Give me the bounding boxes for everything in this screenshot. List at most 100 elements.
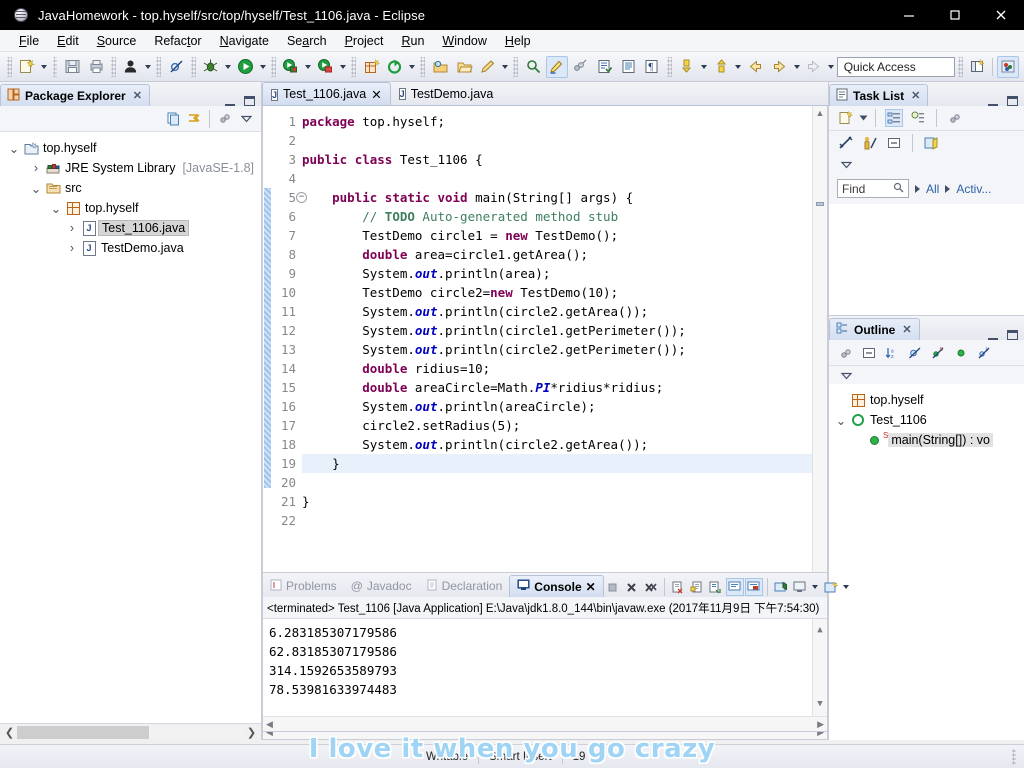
console-output[interactable]: 6.283185307179586 62.83185307179586 314.… [263, 618, 827, 716]
console-hscrollbar[interactable]: ◀ ▶ [263, 716, 827, 731]
previous-annotation-dropdown-icon[interactable] [733, 57, 744, 77]
code-line[interactable]: package top.hyself; [302, 112, 812, 131]
tree-item-src[interactable]: ⌄ src [0, 178, 261, 198]
back-icon[interactable] [745, 56, 767, 78]
code-line[interactable]: double ridius=10; [302, 359, 812, 378]
run-coverage-dropdown-icon[interactable] [337, 57, 348, 77]
toolbar-grip-3[interactable] [110, 56, 116, 77]
maximize-button[interactable] [932, 0, 978, 30]
code-line[interactable] [302, 169, 812, 188]
outline-tree[interactable]: top.hyself ⌄ Test_1106 S main(String[]) … [829, 384, 1024, 740]
menu-source[interactable]: Source [88, 32, 146, 50]
outline-item-method-main[interactable]: S main(String[]) : vo [829, 430, 1024, 450]
link-with-editor-icon[interactable] [164, 110, 182, 128]
menu-search[interactable]: Search [278, 32, 336, 50]
quick-access-input[interactable]: Quick Access [836, 56, 955, 77]
code-line[interactable]: public class Test_1106 { [302, 150, 812, 169]
menu-run[interactable]: Run [392, 32, 433, 50]
next-edit-dropdown-icon[interactable] [826, 57, 837, 77]
code-line[interactable]: } [302, 492, 812, 511]
tab-task-list[interactable]: Task List ✕ [829, 84, 929, 106]
synchronize-icon[interactable] [837, 134, 855, 152]
close-icon[interactable]: ✕ [371, 87, 381, 102]
close-icon[interactable]: ✕ [911, 89, 920, 102]
tab-outline[interactable]: Outline ✕ [829, 318, 920, 340]
remove-all-launches-icon[interactable] [642, 578, 660, 596]
code-line[interactable]: System.out.println(circle1.getPerimeter(… [302, 321, 812, 340]
search-icon[interactable] [522, 56, 544, 78]
editor-tab-testdemo[interactable]: J TestDemo.java [391, 82, 502, 105]
scroll-right-icon[interactable]: ❯ [244, 726, 259, 739]
outline-item-class[interactable]: ⌄ Test_1106 [829, 410, 1024, 430]
close-button[interactable] [978, 0, 1024, 30]
code-line[interactable]: // TODO Auto-generated method stub [302, 207, 812, 226]
java-perspective-icon[interactable] [997, 55, 1020, 78]
open-perspective-icon[interactable] [967, 56, 989, 78]
minimize-icon[interactable] [988, 97, 998, 106]
new-wizard-dropdown-icon[interactable] [39, 57, 50, 77]
toolbar-grip-9[interactable] [513, 56, 519, 77]
show-whitespace-icon[interactable] [617, 56, 639, 78]
scroll-lock-icon[interactable] [688, 578, 706, 596]
tree-item-package[interactable]: ⌄ top.hyself [0, 198, 261, 218]
run-icon[interactable] [235, 56, 257, 78]
toolbar-grip[interactable] [7, 56, 12, 77]
code-line[interactable]: System.out.println(circle2.getArea()); [302, 435, 812, 454]
open-console-dropdown-icon[interactable] [841, 577, 852, 597]
filter-all-arrow-icon[interactable] [915, 184, 920, 193]
scroll-track[interactable] [17, 725, 244, 739]
save-icon[interactable] [61, 56, 83, 78]
editor-tab-test1106[interactable]: J Test_1106.java ✕ [262, 82, 391, 105]
code-line[interactable] [302, 511, 812, 530]
external-tools-icon[interactable] [384, 56, 406, 78]
word-wrap-icon[interactable] [707, 578, 725, 596]
chevron-down-icon[interactable]: ⌄ [833, 413, 849, 428]
toolbar-grip-2[interactable] [52, 56, 58, 77]
terminate-icon[interactable] [604, 578, 622, 596]
code-line[interactable]: circle2.setRadius(5); [302, 416, 812, 435]
code-line[interactable]: System.out.println(areaCircle); [302, 397, 812, 416]
previous-annotation-icon[interactable] [710, 56, 732, 78]
presentation-icon[interactable] [861, 134, 879, 152]
pin-console-icon[interactable] [772, 578, 790, 596]
run-as-server-dropdown-icon[interactable] [303, 57, 314, 77]
maximize-icon[interactable] [244, 96, 255, 106]
menu-help[interactable]: Help [496, 32, 540, 50]
pencil-icon[interactable] [477, 56, 499, 78]
debug-icon[interactable] [200, 56, 222, 78]
menu-file[interactable]: File [10, 32, 48, 50]
toolbar-grip-10[interactable] [666, 56, 672, 77]
filter-activate-link[interactable]: Activ... [956, 182, 991, 196]
scroll-up-icon[interactable]: ▲ [817, 621, 822, 640]
code-line[interactable]: public static void main(String[] args) { [302, 188, 812, 207]
skip-breakpoints-icon[interactable] [165, 56, 187, 78]
show-console-on-error-icon[interactable] [744, 578, 763, 596]
print-icon[interactable] [85, 56, 107, 78]
open-task-icon[interactable] [594, 56, 616, 78]
tree-item-project[interactable]: ⌄ top.hyself [0, 138, 261, 158]
hide-static-icon[interactable]: S [929, 344, 947, 362]
filter-all-link[interactable]: All [926, 182, 939, 196]
code-line[interactable]: System.out.println(circle2.getArea()); [302, 302, 812, 321]
view-menu-icon[interactable] [216, 110, 234, 128]
menu-edit[interactable]: Edit [48, 32, 88, 50]
chevron-down-icon[interactable]: ⌄ [28, 181, 44, 196]
toolbar-grip-8[interactable] [420, 56, 426, 77]
forward-icon[interactable] [769, 56, 791, 78]
minimize-icon[interactable] [225, 97, 235, 106]
close-icon[interactable]: ✕ [586, 580, 596, 594]
collapse-all-icon[interactable] [860, 344, 878, 362]
chevron-down-icon[interactable]: ⌄ [6, 141, 22, 156]
outline-item-package[interactable]: top.hyself [829, 390, 1024, 410]
display-selected-console-icon[interactable] [791, 578, 809, 596]
hide-fields-icon[interactable] [906, 344, 924, 362]
search-icon[interactable] [893, 182, 904, 196]
next-annotation-icon[interactable] [676, 56, 698, 78]
tab-package-explorer[interactable]: Package Explorer ✕ [0, 84, 150, 106]
open-type-icon[interactable] [429, 56, 451, 78]
scroll-right-icon[interactable]: ▶ [817, 719, 824, 730]
chevron-right-icon[interactable]: › [64, 241, 80, 255]
toolbar-grip-7[interactable] [351, 56, 357, 77]
new-java-package-icon[interactable] [360, 56, 382, 78]
maximize-icon[interactable] [1007, 96, 1018, 106]
